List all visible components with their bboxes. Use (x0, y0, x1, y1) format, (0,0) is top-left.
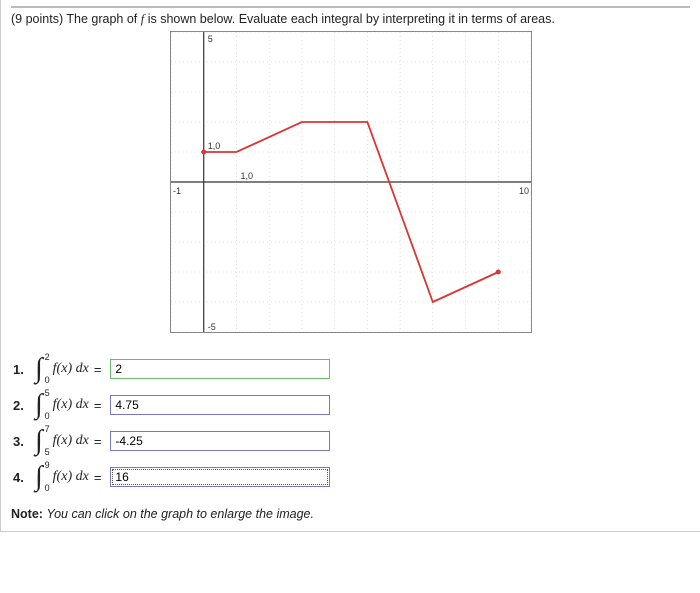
integral-expression: ∫ 9 0 f(x) dx = (35, 463, 104, 491)
upper-limit: 9 (45, 461, 50, 470)
integral-expression: ∫ 5 0 f(x) dx = (35, 391, 104, 419)
prompt-part-2: is shown below. Evaluate each integral b… (148, 12, 555, 26)
integral-sign-icon: ∫ 2 0 (35, 355, 43, 383)
svg-text:-1: -1 (173, 186, 181, 196)
question-header: (9 points) The graph of f is shown below… (11, 6, 690, 27)
question-number: 2. (13, 398, 29, 413)
question-number: 1. (13, 362, 29, 377)
answer-input-3[interactable] (110, 431, 330, 451)
lower-limit: 0 (45, 484, 50, 493)
upper-limit: 5 (45, 389, 50, 398)
integrand: f(x) dx (45, 397, 89, 413)
question-row: 2. ∫ 5 0 f(x) dx = (13, 391, 690, 419)
question-row: 4. ∫ 9 0 f(x) dx = (13, 463, 690, 491)
integral-sign-icon: ∫ 9 0 (35, 463, 43, 491)
equals-sign: = (91, 434, 105, 449)
lower-limit: 0 (45, 412, 50, 421)
integral-sign-icon: ∫ 5 0 (35, 391, 43, 419)
note-label: Note: (11, 507, 43, 521)
lower-limit: 5 (45, 448, 50, 457)
integral-expression: ∫ 2 0 f(x) dx = (35, 355, 104, 383)
integral-expression: ∫ 7 5 f(x) dx = (35, 427, 104, 455)
svg-text:1,0: 1,0 (240, 171, 253, 181)
question-row: 1. ∫ 2 0 f(x) dx = (13, 355, 690, 383)
equals-sign: = (91, 470, 105, 485)
equals-sign: = (91, 362, 105, 377)
function-symbol: f (141, 12, 144, 26)
prompt-part-1: The graph of (66, 12, 140, 26)
lower-limit: 0 (45, 376, 50, 385)
answer-list: 1. ∫ 2 0 f(x) dx = 2. ∫ 5 0 f(x) dx = (11, 343, 690, 491)
integrand: f(x) dx (45, 433, 89, 449)
question-number: 4. (13, 470, 29, 485)
footer-note: Note: You can click on the graph to enla… (11, 499, 690, 521)
integrand: f(x) dx (45, 469, 89, 485)
note-text: You can click on the graph to enlarge th… (46, 507, 314, 521)
integrand: f(x) dx (45, 361, 89, 377)
question-number: 3. (13, 434, 29, 449)
upper-limit: 7 (45, 425, 50, 434)
answer-input-4[interactable] (110, 467, 330, 487)
points-text: (9 points) (11, 12, 66, 26)
function-graph[interactable]: -1 10 5 -5 1,0 1,0 (170, 31, 532, 333)
answer-input-2[interactable] (110, 395, 330, 415)
svg-text:5: 5 (207, 34, 212, 44)
answer-input-1[interactable] (110, 359, 330, 379)
svg-text:1,0: 1,0 (207, 141, 220, 151)
equals-sign: = (91, 398, 105, 413)
integral-sign-icon: ∫ 7 5 (35, 427, 43, 455)
svg-text:10: 10 (519, 186, 529, 196)
question-row: 3. ∫ 7 5 f(x) dx = (13, 427, 690, 455)
svg-text:-5: -5 (207, 322, 215, 332)
upper-limit: 2 (45, 353, 50, 362)
